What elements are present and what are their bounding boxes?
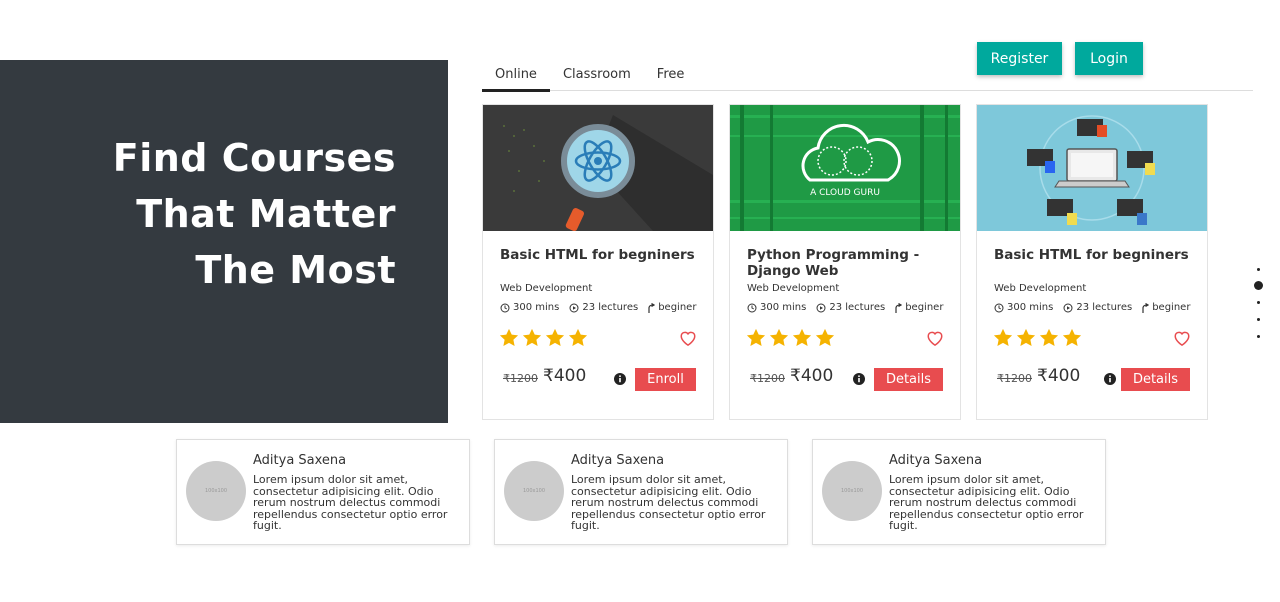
star-icon: [522, 328, 542, 347]
testimonial-text: Lorem ipsum dolor sit amet, consectetur …: [889, 473, 1084, 532]
enroll-button[interactable]: Enroll: [635, 368, 696, 391]
info-icon[interactable]: [853, 373, 865, 385]
carousel-dot[interactable]: [1257, 268, 1260, 271]
rating-stars: [499, 328, 588, 347]
course-lectures: 23 lectures: [582, 302, 639, 313]
play-circle-icon: [569, 303, 579, 312]
testimonial-text: Lorem ipsum dolor sit amet, consectetur …: [253, 473, 448, 532]
original-price: ₹1200: [750, 372, 785, 385]
hero-title-line-2: That Matter: [136, 192, 396, 236]
course-meta: 300 mins 23 lectures beginer: [994, 302, 1190, 313]
testimonial-card: 100x100 Aditya Saxena Lorem ipsum dolor …: [176, 439, 470, 545]
course-image-react: [483, 105, 713, 231]
sale-price: ₹400: [543, 366, 587, 386]
course-image-cloud-guru: A CLOUD GURU: [730, 105, 960, 231]
course-duration: 300 mins: [1007, 302, 1054, 313]
tab-free[interactable]: Free: [644, 58, 698, 91]
cloud-guru-logo-text: A CLOUD GURU: [810, 188, 880, 198]
testimonial-card: 100x100 Aditya Saxena Lorem ipsum dolor …: [812, 439, 1106, 545]
testimonial-name: Aditya Saxena: [889, 453, 983, 468]
star-icon: [993, 328, 1013, 347]
star-icon: [792, 328, 812, 347]
level-arrow-icon: [1142, 302, 1150, 313]
avatar: 100x100: [186, 461, 246, 521]
original-price: ₹1200: [503, 372, 538, 385]
play-circle-icon: [1063, 303, 1073, 312]
heart-icon[interactable]: [1173, 330, 1191, 346]
avatar: 100x100: [504, 461, 564, 521]
hero-title-line-3: The Most: [195, 248, 396, 292]
testimonial-name: Aditya Saxena: [571, 453, 665, 468]
star-icon: [1062, 328, 1082, 347]
rating-stars: [993, 328, 1082, 347]
hero-title-line-1: Find Courses: [112, 136, 396, 180]
star-icon: [1016, 328, 1036, 347]
play-circle-icon: [816, 303, 826, 312]
course-meta: 300 mins 23 lectures beginer: [500, 302, 696, 313]
course-duration: 300 mins: [513, 302, 560, 313]
level-arrow-icon: [895, 302, 903, 313]
clock-icon: [994, 303, 1004, 312]
star-icon: [545, 328, 565, 347]
course-meta: 300 mins 23 lectures beginer: [747, 302, 943, 313]
course-lectures: 23 lectures: [829, 302, 886, 313]
testimonial-name: Aditya Saxena: [253, 453, 347, 468]
carousel-dot[interactable]: [1257, 301, 1260, 304]
course-title[interactable]: Basic HTML for begniners: [994, 247, 1199, 263]
course-title[interactable]: Basic HTML for begniners: [500, 247, 705, 263]
star-icon: [746, 328, 766, 347]
sale-price: ₹400: [1037, 366, 1081, 386]
course-level: beginer: [905, 302, 944, 313]
course-type-tabs: Online Classroom Free: [482, 58, 1253, 92]
star-icon: [1039, 328, 1059, 347]
testimonial-text: Lorem ipsum dolor sit amet, consectetur …: [571, 473, 766, 532]
hero-title: Find Courses That Matter The Most: [113, 130, 396, 298]
avatar: 100x100: [822, 461, 882, 521]
star-icon: [769, 328, 789, 347]
course-card[interactable]: Basic HTML for begniners Web Development…: [976, 104, 1208, 420]
sale-price: ₹400: [790, 366, 834, 386]
course-lectures: 23 lectures: [1076, 302, 1133, 313]
course-category: Web Development: [994, 283, 1087, 294]
clock-icon: [500, 303, 510, 312]
clock-icon: [747, 303, 757, 312]
rating-stars: [746, 328, 835, 347]
course-level: beginer: [658, 302, 697, 313]
star-icon: [815, 328, 835, 347]
course-card[interactable]: A CLOUD GURU Python Programming - Django…: [729, 104, 961, 420]
info-icon[interactable]: [1104, 373, 1116, 385]
level-arrow-icon: [648, 302, 656, 313]
hero-banner: Find Courses That Matter The Most: [0, 60, 448, 423]
star-icon: [568, 328, 588, 347]
course-title[interactable]: Python Programming - Django Web: [747, 247, 952, 279]
tab-online[interactable]: Online: [482, 58, 550, 92]
carousel-dot-active[interactable]: [1254, 281, 1263, 290]
carousel-dot[interactable]: [1257, 318, 1260, 321]
carousel-dot[interactable]: [1257, 335, 1260, 338]
original-price: ₹1200: [997, 372, 1032, 385]
heart-icon[interactable]: [926, 330, 944, 346]
details-button[interactable]: Details: [1121, 368, 1190, 391]
heart-icon[interactable]: [679, 330, 697, 346]
course-level: beginer: [1152, 302, 1191, 313]
testimonial-card: 100x100 Aditya Saxena Lorem ipsum dolor …: [494, 439, 788, 545]
tab-classroom[interactable]: Classroom: [550, 58, 644, 91]
info-icon[interactable]: [614, 373, 626, 385]
course-category: Web Development: [747, 283, 840, 294]
course-card[interactable]: Basic HTML for begniners Web Development…: [482, 104, 714, 420]
details-button[interactable]: Details: [874, 368, 943, 391]
course-category: Web Development: [500, 283, 593, 294]
star-icon: [499, 328, 519, 347]
course-image-web-tech: [977, 105, 1207, 231]
course-duration: 300 mins: [760, 302, 807, 313]
